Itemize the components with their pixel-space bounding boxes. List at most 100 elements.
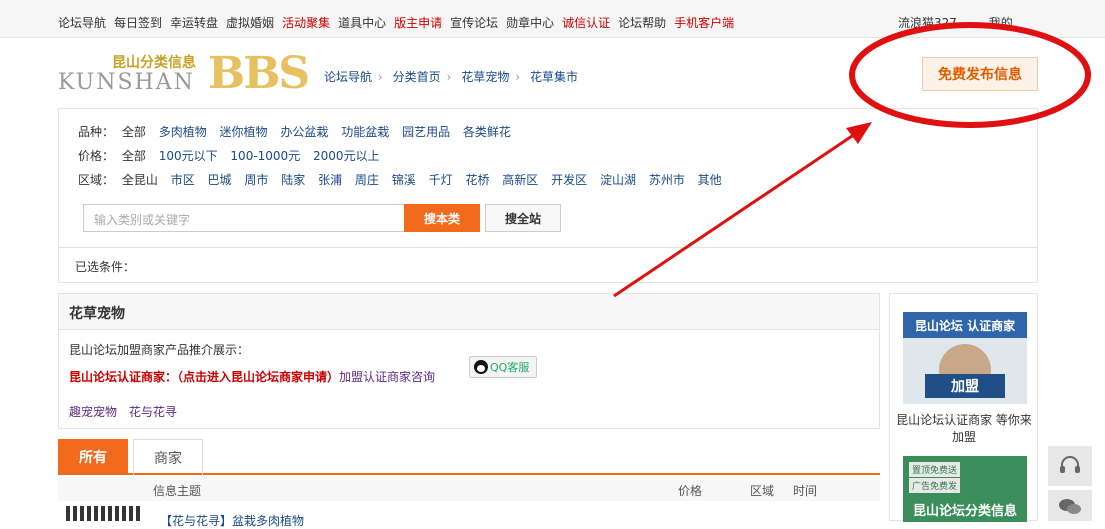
username-link[interactable]: 流浪猫327	[898, 16, 957, 30]
filter-option[interactable]: 周市	[244, 173, 268, 187]
filter-option[interactable]: 100-1000元	[230, 149, 300, 163]
tab-merchant[interactable]: 商家	[133, 439, 203, 475]
table-header: 信息主题 价格 区域 时间	[58, 477, 880, 501]
filter-option[interactable]: 巴城	[208, 173, 232, 187]
category-title: 花草宠物	[59, 294, 879, 330]
nav-lucky-wheel[interactable]: 幸运转盘	[170, 14, 218, 31]
filter-option[interactable]: 多肉植物	[159, 125, 207, 139]
wechat-icon	[1059, 498, 1081, 514]
qr-code-icon	[66, 506, 140, 521]
filter-option[interactable]: 高新区	[502, 173, 538, 187]
filter-option[interactable]: 全部	[122, 149, 146, 163]
filter-option[interactable]: 花桥	[465, 173, 489, 187]
column-region: 区域	[750, 484, 775, 498]
nav-props-center[interactable]: 道具中心	[338, 14, 386, 31]
merchant-intro: 昆山论坛加盟商家产品推介展示：	[69, 343, 250, 357]
user-area: 流浪猫327 我的	[898, 14, 1041, 31]
filter-option[interactable]: 2000元以上	[313, 149, 380, 163]
filter-option[interactable]: 锦溪	[392, 173, 416, 187]
listing-tabs: 所有 商家	[58, 439, 880, 475]
search-site-button[interactable]: 搜全站	[485, 204, 561, 232]
breadcrumb-flower-market[interactable]: 花草集市	[530, 70, 578, 84]
qq-service-button[interactable]: QQ客服	[469, 356, 537, 378]
filter-label: 价格：	[78, 149, 115, 163]
logo-en-text: KUNSHAN	[58, 70, 195, 95]
logo-bbs-text: BBS	[208, 48, 310, 99]
join-consult-link[interactable]: 加盟认证商家咨询	[339, 370, 435, 384]
breadcrumb-forum-guide[interactable]: 论坛导航	[324, 70, 372, 84]
nav-mobile-client[interactable]: 手机客户端	[674, 14, 734, 31]
filter-option[interactable]: 全部	[122, 125, 146, 139]
column-subject: 信息主题	[153, 484, 202, 498]
merchant-ad-banner[interactable]: 昆山论坛 认证商家 加盟	[903, 312, 1027, 404]
classified-ad-banner[interactable]: 置顶免费送 广告免费发 昆山论坛分类信息	[903, 456, 1027, 522]
headset-icon	[1060, 456, 1080, 473]
top-navigation-bar: 论坛导航 每日签到 幸运转盘 虚拟婚姻 活动聚集 道具中心 版主申请 宣传论坛 …	[0, 0, 1105, 38]
breadcrumb-separator-icon: ›	[515, 70, 521, 84]
filter-option[interactable]: 园艺用品	[402, 125, 450, 139]
breadcrumb: 论坛导航 › 分类首页 › 花草宠物 › 花草集市	[324, 68, 578, 85]
logo-cn-text: 昆山分类信息	[112, 55, 196, 71]
nav-medal-center[interactable]: 勋章中心	[506, 14, 554, 31]
ad-tag: 置顶免费送	[909, 462, 961, 477]
ad-title: 昆山论坛分类信息	[912, 504, 1017, 519]
customer-service-float-button[interactable]	[1048, 446, 1092, 486]
site-logo[interactable]: KUNSHAN 昆山分类信息 BBS	[58, 48, 318, 99]
merchant-apply-link[interactable]: 昆山论坛认证商家：（点击进入昆山论坛商家申请）	[69, 370, 339, 384]
filter-option[interactable]: 市区	[171, 173, 195, 187]
filter-option[interactable]: 千灯	[429, 173, 453, 187]
filter-option[interactable]: 开发区	[551, 173, 587, 187]
breadcrumb-separator-icon: ›	[446, 70, 452, 84]
filter-label: 区域：	[78, 173, 115, 187]
merchant-line: 昆山论坛认证商家：（点击进入昆山论坛商家申请）加盟认证商家咨询	[69, 368, 435, 385]
my-menu-link[interactable]: 我的	[989, 16, 1013, 30]
filter-option[interactable]: 陆家	[281, 173, 305, 187]
column-time: 时间	[793, 484, 818, 498]
ad-title: 昆山论坛 认证商家	[903, 312, 1027, 338]
category-box: 花草宠物 昆山论坛加盟商家产品推介展示： 昆山论坛认证商家：（点击进入昆山论坛商…	[58, 293, 880, 429]
sidebar-ads: 昆山论坛 认证商家 加盟 昆山论坛认证商家 等你来加盟 置顶免费送 广告免费发 …	[889, 293, 1038, 522]
column-price: 价格	[678, 484, 703, 498]
nav-promote-forum[interactable]: 宣传论坛	[450, 14, 498, 31]
merchant-link[interactable]: 花与花寻	[129, 405, 177, 419]
nav-forum-help[interactable]: 论坛帮助	[618, 14, 666, 31]
selected-conditions: 已选条件：	[59, 247, 1037, 283]
ad-caption[interactable]: 昆山论坛认证商家 等你来加盟	[896, 412, 1032, 446]
filter-option[interactable]: 全昆山	[122, 173, 158, 187]
filter-panel: 品种： 全部 多肉植物 迷你植物 办公盆栽 功能盆栽 园艺用品 各类鲜花 价格：…	[58, 108, 1038, 283]
filter-option[interactable]: 周庄	[355, 173, 379, 187]
filter-row-price: 价格： 全部 100元以下 100-1000元 2000元以上	[78, 147, 389, 164]
merchant-link[interactable]: 趣宠宠物	[69, 405, 117, 419]
search-category-button[interactable]: 搜本类	[404, 204, 480, 232]
qq-service-label: QQ客服	[490, 361, 530, 374]
free-post-button[interactable]: 免费发布信息	[922, 57, 1038, 91]
tab-all[interactable]: 所有	[58, 439, 128, 475]
breadcrumb-category-home[interactable]: 分类首页	[393, 70, 441, 84]
nav-moderator-apply[interactable]: 版主申请	[394, 14, 442, 31]
ad-join-label: 加盟	[925, 374, 1005, 398]
search-input[interactable]: 输入类别或关键字	[83, 204, 405, 232]
filter-option[interactable]: 100元以下	[159, 149, 218, 163]
filter-option[interactable]: 迷你植物	[220, 125, 268, 139]
filter-row-variety: 品种： 全部 多肉植物 迷你植物 办公盆栽 功能盆栽 园艺用品 各类鲜花	[78, 123, 520, 140]
nav-credit-verify[interactable]: 诚信认证	[562, 14, 610, 31]
nav-daily-checkin[interactable]: 每日签到	[114, 14, 162, 31]
filter-option[interactable]: 各类鲜花	[463, 125, 511, 139]
filter-option[interactable]: 苏州市	[649, 173, 685, 187]
filter-option[interactable]: 功能盆栽	[341, 125, 389, 139]
filter-row-region: 区域： 全昆山 市区 巴城 周市 陆家 张浦 周庄 锦溪 千灯 花桥 高新区 开…	[78, 171, 731, 188]
filter-option[interactable]: 淀山湖	[600, 173, 636, 187]
nav-virtual-marriage[interactable]: 虚拟婚姻	[226, 14, 274, 31]
nav-events[interactable]: 活动聚集	[282, 14, 330, 31]
merchant-links: 趣宠宠物 花与花寻	[69, 403, 185, 420]
breadcrumb-separator-icon: ›	[378, 70, 383, 84]
ad-tag: 广告免费发	[909, 478, 961, 493]
nav-forum-guide[interactable]: 论坛导航	[58, 14, 106, 31]
qq-penguin-icon	[474, 360, 488, 374]
wechat-float-button[interactable]	[1048, 490, 1092, 521]
breadcrumb-flowers-pets[interactable]: 花草宠物	[461, 70, 509, 84]
filter-option[interactable]: 其他	[698, 173, 722, 187]
filter-option[interactable]: 办公盆栽	[280, 125, 328, 139]
filter-option[interactable]: 张浦	[318, 173, 342, 187]
filter-label: 品种：	[78, 125, 115, 139]
